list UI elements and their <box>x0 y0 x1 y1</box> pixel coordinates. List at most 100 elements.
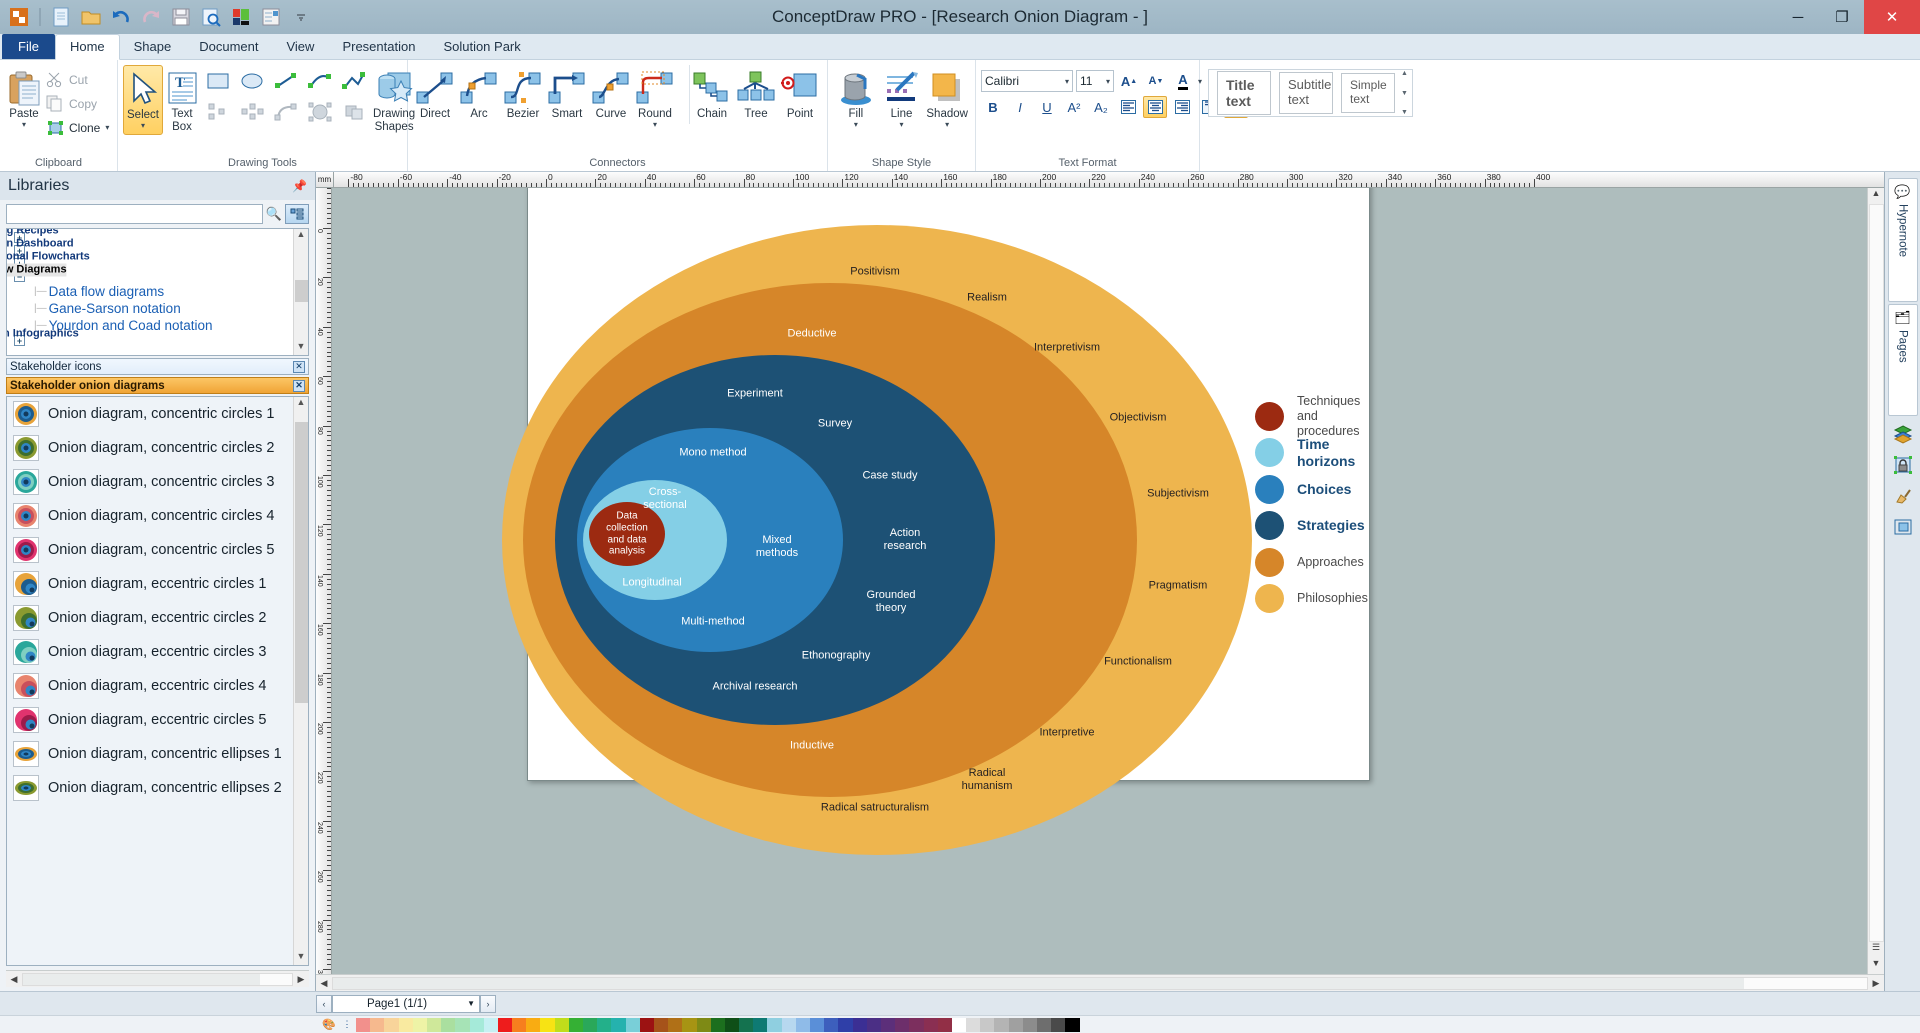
color-swatch[interactable] <box>1022 1017 1037 1032</box>
color-swatch[interactable] <box>625 1017 640 1032</box>
shape-list-item[interactable]: Onion diagram, concentric circles 1 <box>7 397 308 431</box>
line-style-button[interactable]: Line ▾ <box>879 65 925 133</box>
grow-font-icon[interactable]: A ▲ <box>1117 70 1141 92</box>
shape-list-item[interactable]: Onion diagram, concentric circles 3 <box>7 465 308 499</box>
color-swatch[interactable] <box>370 1017 385 1032</box>
color-swatch[interactable] <box>597 1017 612 1032</box>
select-dropdown-arrow[interactable]: ▾ <box>141 121 145 131</box>
legend-item[interactable]: Techniques and procedures <box>1255 394 1369 438</box>
libraries-tree[interactable]: +Cooking Recipes+Correlation Dashboard+C… <box>6 228 309 356</box>
lock-icon[interactable] <box>1890 452 1916 478</box>
color-swatch[interactable] <box>611 1017 626 1032</box>
font-size-select[interactable]: 11 ▾ <box>1076 70 1114 92</box>
line-dropdown-arrow[interactable]: ▾ <box>900 120 904 130</box>
library-tab-stakeholder-onion-diagrams[interactable]: Stakeholder onion diagrams ✕ <box>6 377 309 394</box>
canvas-scroll-up-icon[interactable]: ▲ <box>1872 188 1881 204</box>
tree-view-toggle-icon[interactable] <box>285 204 309 224</box>
font-row[interactable]: Calibri ▾ 11 ▾ A▲ A▼ A ▾ ab ▾ <box>981 68 1236 94</box>
color-swatch[interactable] <box>696 1017 711 1032</box>
color-swatch[interactable] <box>412 1017 427 1032</box>
style-more-icon[interactable]: ▼ <box>1401 109 1408 116</box>
color-palette-bar[interactable]: 🎨 ⋮ <box>0 1015 1920 1033</box>
library-item-gane-sarson-notation[interactable]: Gane-Sarson notation <box>10 300 308 317</box>
color-swatch[interactable] <box>724 1017 740 1032</box>
libraries-search-row[interactable]: 🔍 <box>0 200 315 228</box>
search-input[interactable] <box>6 204 263 224</box>
color-scheme-icon[interactable] <box>228 4 254 30</box>
color-swatch[interactable] <box>880 1017 896 1032</box>
library-tabs[interactable]: Stakeholder icons ✕ Stakeholder onion diag… <box>0 356 315 394</box>
color-swatch[interactable] <box>540 1017 555 1032</box>
print-preview-icon[interactable] <box>198 4 224 30</box>
color-swatches[interactable] <box>356 1017 1080 1032</box>
shapes-scroll-down-icon[interactable]: ▼ <box>297 951 306 965</box>
paste-dropdown-arrow[interactable]: ▾ <box>22 120 26 130</box>
tab-shape[interactable]: Shape <box>120 35 186 59</box>
clone-dropdown-arrow[interactable]: ▾ <box>105 123 109 132</box>
color-swatch[interactable] <box>455 1017 470 1032</box>
rotate-icon[interactable] <box>269 96 303 127</box>
shape-gallery[interactable] <box>201 65 371 127</box>
shape-list-item[interactable]: Onion diagram, concentric ellipses 2 <box>7 771 308 805</box>
paste-button[interactable]: Paste ▾ <box>5 65 43 133</box>
subtitle-text-style[interactable]: Subtitle text <box>1279 72 1333 114</box>
color-swatch[interactable] <box>398 1017 413 1032</box>
connector-arc-button[interactable]: Arc <box>457 65 501 124</box>
color-swatch[interactable] <box>852 1017 867 1032</box>
color-swatch[interactable] <box>384 1017 399 1032</box>
shape-list-item[interactable]: Onion diagram, eccentric circles 5 <box>7 703 308 737</box>
canvas-scroll-down-icon[interactable]: ▼ <box>1872 958 1881 974</box>
shadow-style-button[interactable]: Shadow ▾ <box>924 65 970 133</box>
close-button[interactable]: ✕ <box>1864 0 1920 34</box>
shape-list-item[interactable]: Onion diagram, concentric circles 5 <box>7 533 308 567</box>
tree-scrollbar[interactable]: ▲ ▼ <box>293 229 308 355</box>
color-swatch[interactable] <box>838 1017 853 1032</box>
align-left-button[interactable] <box>1116 96 1140 118</box>
color-swatch[interactable] <box>923 1017 938 1032</box>
shape-list-item[interactable]: Onion diagram, concentric ellipses 1 <box>7 737 308 771</box>
quick-access-toolbar[interactable] <box>0 4 314 30</box>
redo-icon[interactable] <box>138 4 164 30</box>
legend-item[interactable]: Choices <box>1255 471 1369 508</box>
tab-home[interactable]: Home <box>54 34 120 60</box>
new-document-icon[interactable] <box>48 4 74 30</box>
customize-qat-icon[interactable] <box>288 4 314 30</box>
bold-button[interactable]: B <box>981 96 1005 118</box>
prev-page-button[interactable]: ‹ <box>316 994 332 1013</box>
color-swatch[interactable] <box>554 1017 569 1032</box>
connector-bezier-button[interactable]: Bezier <box>501 65 545 124</box>
arc-tool-icon[interactable] <box>303 65 337 96</box>
palette-options-icon[interactable]: ⋮ <box>338 1019 356 1030</box>
canvas-scroll-right-icon[interactable]: ▶ <box>1868 978 1884 989</box>
color-swatch[interactable] <box>710 1017 725 1032</box>
dock-tab-hypernote[interactable]: 💬 Hypernote <box>1887 178 1918 302</box>
fill-style-button[interactable]: Fill ▾ <box>833 65 879 133</box>
shape-list[interactable]: Onion diagram, concentric circles 1 Onion… <box>6 396 309 966</box>
align-center-button[interactable] <box>1143 96 1167 118</box>
quick-style-gallery[interactable]: Title text Subtitle text Simple text ▲ ▼… <box>1208 69 1413 117</box>
color-swatch[interactable] <box>937 1017 952 1032</box>
italic-button[interactable]: I <box>1008 96 1032 118</box>
shapes-scroll-up-icon[interactable]: ▲ <box>297 397 306 411</box>
color-swatch[interactable] <box>441 1017 456 1032</box>
window-controls[interactable]: ─ ❐ ✕ <box>1776 0 1920 34</box>
color-swatch[interactable] <box>682 1017 697 1032</box>
tab-file[interactable]: File <box>2 34 55 59</box>
canvas-vscrollbar[interactable]: ▲ ☰ ▼ <box>1867 188 1884 974</box>
connector-smart-button[interactable]: Smart <box>545 65 589 124</box>
canvas-hscrollbar[interactable]: ◀ ▶ <box>316 974 1884 991</box>
library-item-data-flow-diagrams[interactable]: Data flow diagrams <box>10 283 308 300</box>
color-swatch[interactable] <box>1008 1017 1023 1032</box>
legend-item[interactable]: Philosophies <box>1255 581 1369 618</box>
color-swatch[interactable] <box>568 1017 583 1032</box>
maximize-button[interactable]: ❐ <box>1820 0 1864 34</box>
tree-scroll-up-icon[interactable]: ▲ <box>297 229 306 243</box>
align-left-icon[interactable] <box>201 96 235 127</box>
style-scroll-up-icon[interactable]: ▲ <box>1401 70 1408 77</box>
color-swatch[interactable] <box>483 1017 498 1032</box>
legend-item[interactable]: Approaches <box>1255 544 1369 581</box>
connector-chain-button[interactable]: Chain <box>689 65 734 124</box>
close-icon[interactable]: ✕ <box>293 360 305 373</box>
save-icon[interactable] <box>168 4 194 30</box>
right-dock[interactable]: 💬 Hypernote 🗂 Pages <box>1884 172 1920 991</box>
